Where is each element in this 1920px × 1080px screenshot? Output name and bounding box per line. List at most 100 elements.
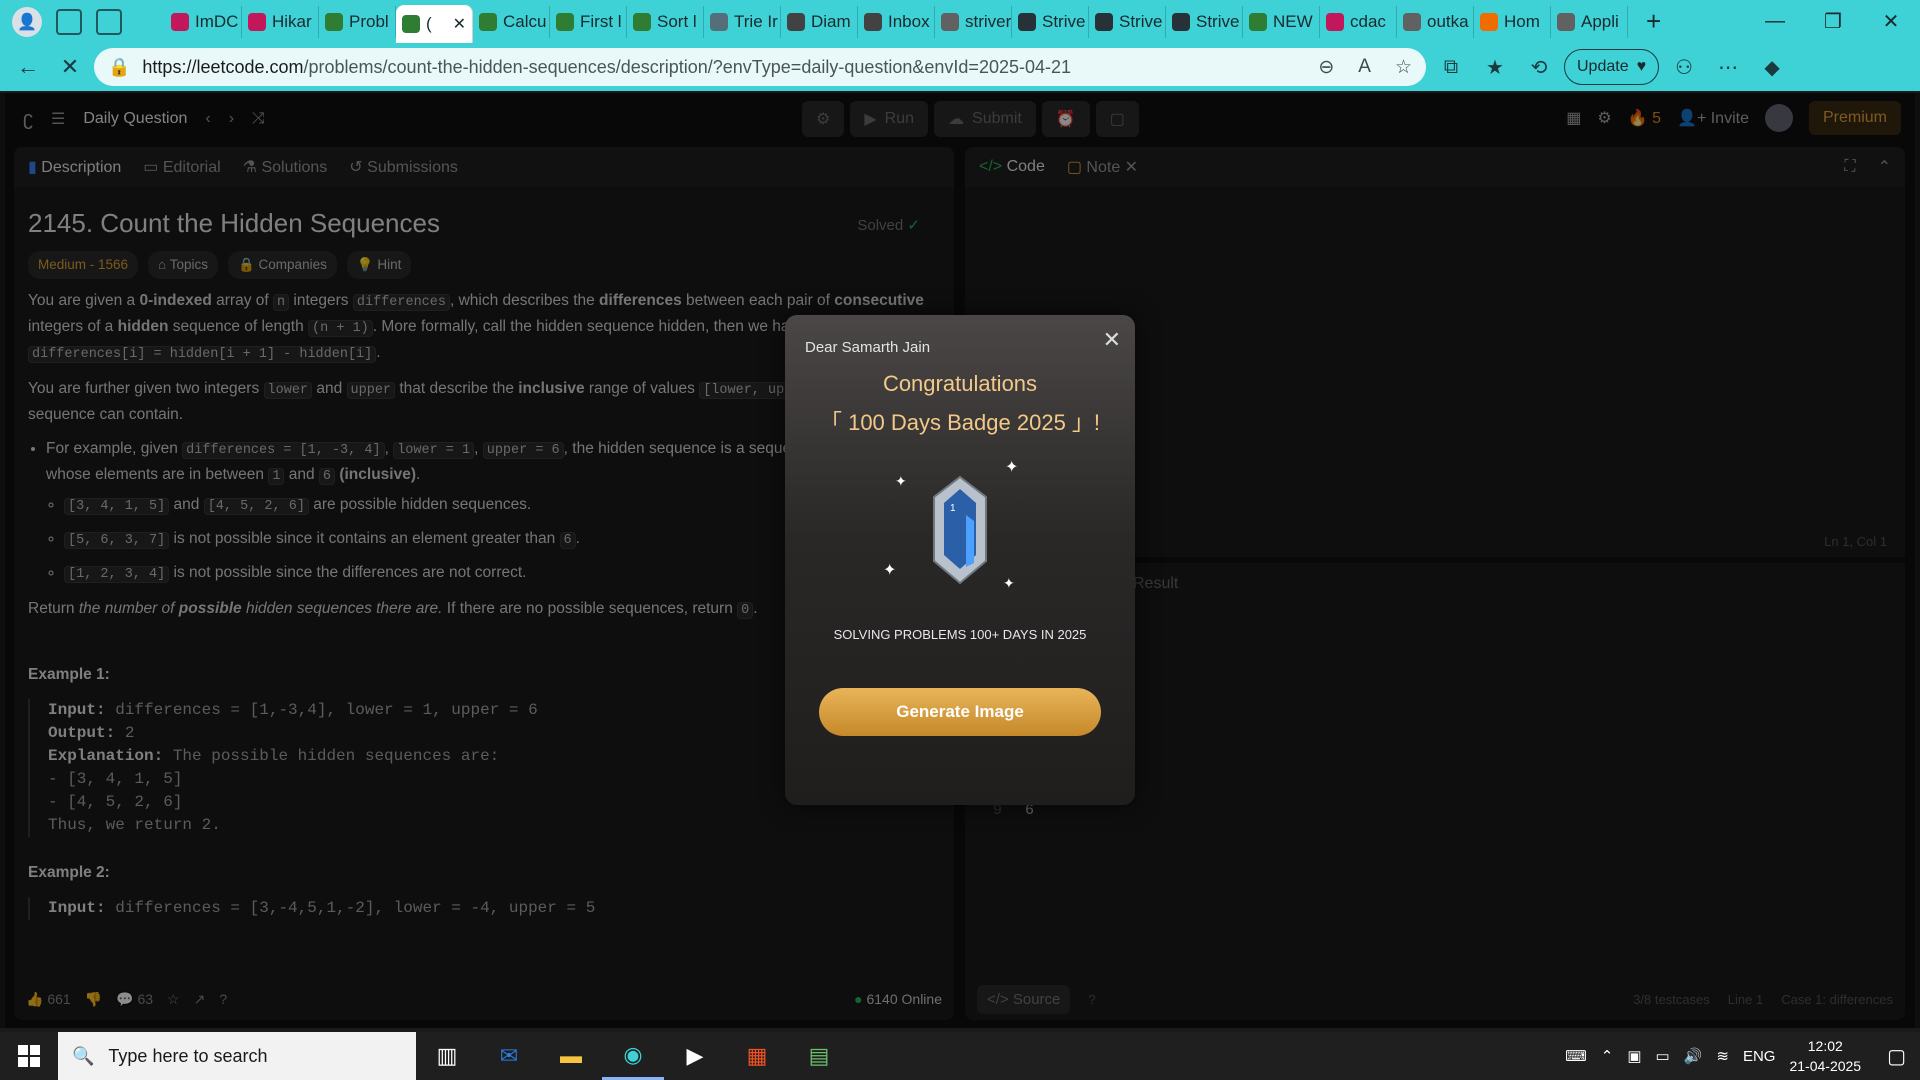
back-icon[interactable]: ← bbox=[10, 49, 46, 85]
close-tab-icon[interactable]: ✕ bbox=[453, 14, 466, 34]
start-button[interactable] bbox=[0, 1032, 58, 1080]
update-button[interactable]: Update ♥ bbox=[1564, 49, 1660, 85]
lock-icon: 🔒 bbox=[108, 56, 131, 77]
edge-copilot-icon[interactable]: ◆ bbox=[1753, 48, 1791, 86]
extensions-icon[interactable]: ⧉ bbox=[1432, 48, 1470, 86]
badge-modal: ✕ Dear Samarth Jain Congratulations 「 10… bbox=[785, 315, 1135, 805]
close-icon[interactable]: ✕ bbox=[1103, 327, 1121, 353]
media-player-icon[interactable]: ▶ bbox=[664, 1032, 726, 1080]
tab-label: Diam bbox=[811, 11, 851, 31]
tab-label: Inbox bbox=[888, 11, 930, 31]
clock[interactable]: 12:02 21-04-2025 bbox=[1789, 1036, 1861, 1076]
favorite-star-icon[interactable]: ☆ bbox=[1395, 56, 1412, 79]
workspaces-icon[interactable] bbox=[56, 8, 82, 35]
browser-tab[interactable]: Trie Ir bbox=[704, 5, 781, 38]
favorites-icon[interactable]: ★ bbox=[1476, 48, 1514, 86]
network-icon[interactable]: ▣ bbox=[1627, 1047, 1641, 1065]
maximize-button[interactable]: ❐ bbox=[1804, 0, 1862, 43]
browser-tab[interactable]: (✕ bbox=[396, 5, 473, 43]
minimize-button[interactable]: — bbox=[1746, 0, 1804, 43]
battery-icon[interactable]: ▭ bbox=[1656, 1047, 1670, 1065]
url-host: https://leetcode.com bbox=[142, 56, 304, 77]
new-tab-button[interactable]: + bbox=[1628, 6, 1679, 37]
tab-favicon-icon bbox=[556, 12, 574, 31]
tab-label: Appli bbox=[1581, 11, 1619, 31]
tab-favicon-icon bbox=[1018, 12, 1036, 31]
browser-tab[interactable]: First l bbox=[550, 5, 627, 38]
close-window-button[interactable]: ✕ bbox=[1862, 0, 1920, 43]
tab-label: Trie Ir bbox=[734, 11, 778, 31]
update-icon: ♥ bbox=[1636, 58, 1647, 75]
tab-label: Strive bbox=[1196, 11, 1240, 31]
tab-actions-icon[interactable] bbox=[96, 8, 122, 35]
outlook-icon[interactable]: ✉ bbox=[478, 1032, 540, 1080]
tab-label: ImDC bbox=[195, 11, 239, 31]
hundred-days-badge-icon: 1 bbox=[933, 475, 987, 585]
edge-icon[interactable]: ◉ bbox=[602, 1032, 664, 1080]
tab-favicon-icon bbox=[402, 15, 420, 33]
browser-tab[interactable]: Inbox bbox=[858, 5, 935, 38]
browser-tab[interactable]: striver bbox=[935, 5, 1012, 38]
modal-subtitle: SOLVING PROBLEMS 100+ DAYS IN 2025 bbox=[833, 627, 1087, 642]
tab-label: Hikar bbox=[272, 11, 312, 31]
browser-tab[interactable]: Strive bbox=[1012, 5, 1089, 38]
tab-favicon-icon bbox=[864, 12, 882, 31]
tab-favicon-icon bbox=[1480, 12, 1498, 31]
task-view-icon[interactable]: ▥ bbox=[416, 1032, 478, 1080]
taskbar-search[interactable]: 🔍 Type here to search bbox=[58, 1032, 416, 1080]
browser-tab[interactable]: cdac bbox=[1320, 5, 1397, 38]
tab-label: Strive bbox=[1042, 11, 1086, 31]
keyboard-icon[interactable]: ⌨ bbox=[1565, 1047, 1587, 1065]
browser-tab[interactable]: Strive bbox=[1089, 5, 1166, 38]
browser-tab[interactable]: Calcu bbox=[473, 5, 550, 38]
excel-like-icon[interactable]: ▤ bbox=[788, 1032, 850, 1080]
sparkle-icon: ✦ bbox=[895, 473, 907, 489]
tab-favicon-icon bbox=[479, 12, 497, 31]
profile-avatar-icon[interactable]: 👤 bbox=[12, 6, 42, 37]
address-toolbar: ← ✕ 🔒 https://leetcode.com/problems/coun… bbox=[0, 43, 1920, 91]
browser-tab[interactable]: Probl bbox=[319, 5, 396, 38]
more-icon[interactable]: ⋯ bbox=[1709, 48, 1747, 86]
browser-tab[interactable]: outka bbox=[1397, 5, 1474, 38]
svg-text:1: 1 bbox=[950, 503, 956, 514]
tab-favicon-icon bbox=[248, 12, 266, 31]
tab-favicon-icon bbox=[941, 12, 959, 31]
browser-tab-strip: 👤 ImDC Hikar Probl (✕ Calcu First l Sort l Trie… bbox=[0, 0, 1920, 43]
reload-stop-icon[interactable]: ✕ bbox=[52, 49, 88, 85]
address-bar[interactable]: 🔒 https://leetcode.com/problems/count-th… bbox=[94, 48, 1426, 86]
tab-label: Calcu bbox=[503, 11, 547, 31]
sparkle-icon: ✦ bbox=[883, 562, 897, 579]
modal-congrats: Congratulations bbox=[882, 371, 1038, 396]
browser-tab[interactable]: ImDC bbox=[165, 5, 242, 38]
tab-label: Sort l bbox=[657, 11, 697, 31]
windows-logo-icon bbox=[18, 1045, 40, 1067]
windows-taskbar: 🔍 Type here to search ▥ ✉ ▬ ◉ ▶ ▦ ▤ ⌨ ⌃ ▣… bbox=[0, 1032, 1920, 1080]
browser-tab[interactable]: Diam bbox=[781, 5, 858, 38]
browser-tab[interactable]: Sort l bbox=[627, 5, 704, 38]
copilot-icon[interactable]: ⚇ bbox=[1665, 48, 1703, 86]
volume-icon[interactable]: 🔊 bbox=[1684, 1047, 1703, 1065]
tab-favicon-icon bbox=[1095, 12, 1113, 31]
history-icon[interactable]: ⟲ bbox=[1520, 48, 1558, 86]
tab-label: Hom bbox=[1504, 11, 1540, 31]
zoom-icon[interactable]: ⊖ bbox=[1318, 56, 1334, 79]
browser-tab[interactable]: Strive bbox=[1166, 5, 1243, 38]
notification-icon[interactable]: ▢ bbox=[1887, 1044, 1906, 1069]
wifi-icon[interactable]: ≋ bbox=[1716, 1047, 1729, 1065]
read-aloud-icon[interactable]: A bbox=[1358, 56, 1371, 79]
tab-label: Probl bbox=[349, 11, 389, 31]
browser-tab[interactable]: Appli bbox=[1551, 5, 1628, 38]
generate-image-button[interactable]: Generate Image bbox=[819, 688, 1101, 736]
store-icon[interactable]: ▦ bbox=[726, 1032, 788, 1080]
tab-favicon-icon bbox=[633, 12, 651, 31]
file-explorer-icon[interactable]: ▬ bbox=[540, 1032, 602, 1080]
search-icon: 🔍 bbox=[72, 1045, 95, 1066]
tab-favicon-icon bbox=[171, 12, 189, 31]
browser-tab[interactable]: Hikar bbox=[242, 5, 319, 38]
language-indicator[interactable]: ENG bbox=[1743, 1048, 1776, 1065]
browser-tab[interactable]: NEW bbox=[1243, 5, 1320, 38]
tab-label: striver bbox=[965, 11, 1012, 31]
modal-greeting: Dear Samarth Jain bbox=[805, 339, 931, 356]
tray-chevron-icon[interactable]: ⌃ bbox=[1601, 1047, 1614, 1065]
browser-tab[interactable]: Hom bbox=[1474, 5, 1551, 38]
